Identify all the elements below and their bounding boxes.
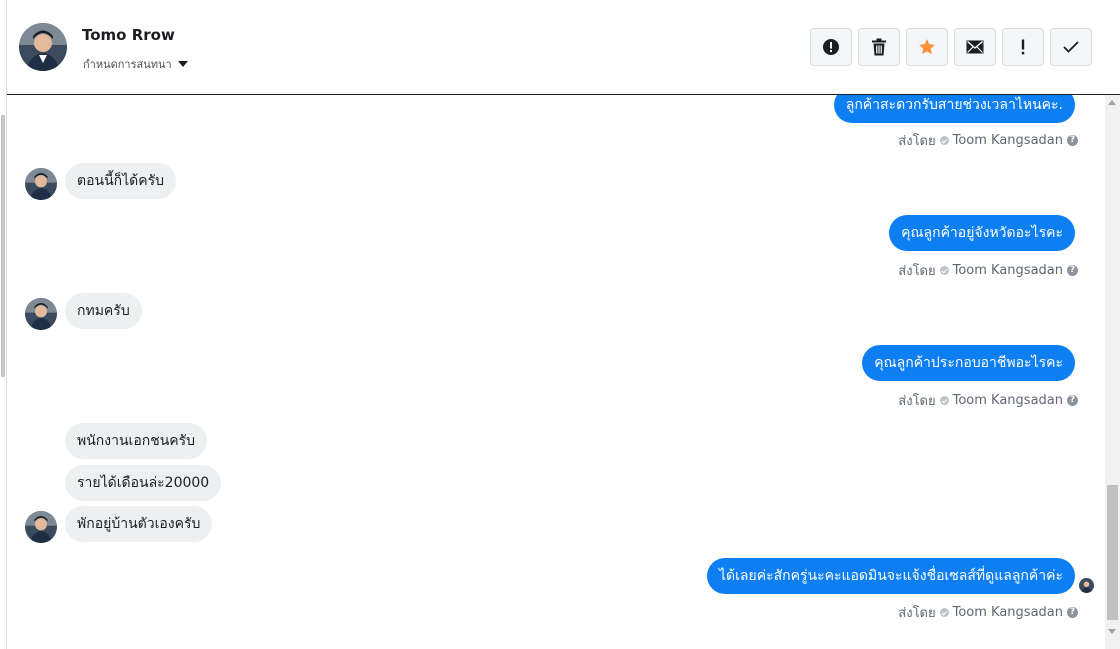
conversation-menu[interactable]: กำหนดการสนทนา (83, 55, 188, 73)
scroll-up-arrow-icon[interactable] (1108, 100, 1116, 105)
contact-avatar-small (25, 168, 57, 200)
message-incoming: ตอนนี้ก็ได้ครับ (65, 163, 177, 199)
sent-by-info: ส่งโดย Toom Kangsadan ? (898, 390, 1078, 411)
sent-by-agent: Toom Kangsadan (952, 263, 1063, 278)
sent-by-agent: Toom Kangsadan (952, 393, 1063, 408)
sent-by-info: ส่งโดย Toom Kangsadan ? (898, 602, 1078, 623)
envelope-icon (966, 40, 984, 54)
seen-avatar (1079, 578, 1094, 593)
sent-by-prefix: ส่งโดย (898, 606, 936, 621)
message-scrollbar[interactable] (1105, 95, 1120, 649)
help-icon[interactable]: ? (1067, 135, 1078, 146)
message-incoming: รายได้เดือนล่ะ20000 (65, 465, 222, 501)
message-button[interactable] (954, 28, 996, 66)
verified-icon (939, 396, 949, 405)
caret-down-icon (177, 61, 188, 67)
message-outgoing: ได้เลยค่ะสักครู่นะคะแอดมินจะแจ้งชื่อเซลส… (707, 558, 1075, 594)
sent-by-prefix: ส่งโดย (898, 394, 936, 409)
message-bubble[interactable]: ได้เลยค่ะสักครู่นะคะแอดมินจะแจ้งชื่อเซลส… (707, 558, 1075, 594)
help-icon[interactable]: ? (1067, 395, 1078, 406)
sent-by-prefix: ส่งโดย (898, 264, 936, 279)
sent-by-prefix: ส่งโดย (898, 134, 936, 149)
sent-by-agent: Toom Kangsadan (952, 133, 1063, 148)
delete-button[interactable] (858, 28, 900, 66)
message-outgoing: ลูกค้าสะดวกรับสายช่วงเวลาไหนคะ. (833, 95, 1075, 123)
report-button[interactable] (810, 28, 852, 66)
message-bubble[interactable]: ตอนนี้ก็ได้ครับ (65, 163, 177, 199)
message-bubble[interactable]: คุณลูกค้าประกอบอาชีพอะไรคะ (862, 345, 1075, 381)
verified-icon (939, 608, 949, 617)
message-bubble[interactable]: ลูกค้าสะดวกรับสายช่วงเวลาไหนคะ. (833, 95, 1075, 123)
message-outgoing: คุณลูกค้าอยู่จังหวัดอะไรคะ (889, 215, 1075, 251)
scroll-down-arrow-icon[interactable] (1108, 629, 1116, 634)
message-bubble[interactable]: พักอยู่บ้านตัวเองครับ (65, 506, 213, 542)
sent-by-info: ส่งโดย Toom Kangsadan ? (898, 130, 1078, 151)
message-outgoing: คุณลูกค้าประกอบอาชีพอะไรคะ (862, 345, 1075, 381)
scrollbar-thumb[interactable] (1107, 485, 1118, 620)
chat-window: Tomo Rrow กำหนดการสนทนา ลูกค้าสะดวกรับสา… (0, 0, 1120, 649)
contact-avatar-small (25, 298, 57, 330)
conversation-header: Tomo Rrow กำหนดการสนทนา (7, 0, 1120, 95)
message-bubble[interactable]: พนักงานเอกชนครับ (65, 423, 208, 459)
message-incoming: พนักงานเอกชนครับ (65, 423, 208, 459)
mark-done-button[interactable] (1050, 28, 1092, 66)
verified-icon (939, 266, 949, 275)
header-actions (810, 28, 1092, 66)
exclamation-icon (1021, 39, 1025, 55)
contact-name: Tomo Rrow (82, 26, 175, 44)
sent-by-agent: Toom Kangsadan (952, 605, 1063, 620)
verified-icon (939, 136, 949, 145)
contact-avatar[interactable] (19, 23, 67, 71)
contact-avatar-small (25, 511, 57, 543)
message-list[interactable]: ลูกค้าสะดวกรับสายช่วงเวลาไหนคะ. ส่งโดย T… (7, 95, 1105, 649)
help-icon[interactable]: ? (1067, 265, 1078, 276)
star-icon (919, 39, 935, 55)
conversation-menu-label: กำหนดการสนทนา (83, 58, 172, 71)
message-bubble[interactable]: คุณลูกค้าอยู่จังหวัดอะไรคะ (889, 215, 1075, 251)
message-bubble[interactable]: รายได้เดือนล่ะ20000 (65, 465, 222, 501)
check-icon (1063, 41, 1079, 53)
message-bubble[interactable]: กทมครับ (65, 293, 142, 329)
message-incoming: กทมครับ (65, 293, 142, 329)
left-scrollbar[interactable] (0, 0, 7, 649)
sent-by-info: ส่งโดย Toom Kangsadan ? (898, 260, 1078, 281)
trash-icon (872, 38, 886, 56)
message-incoming: พักอยู่บ้านตัวเองครับ (65, 506, 213, 542)
mark-spam-button[interactable] (1002, 28, 1044, 66)
help-icon[interactable]: ? (1067, 607, 1078, 618)
report-icon (823, 39, 839, 55)
star-button[interactable] (906, 28, 948, 66)
